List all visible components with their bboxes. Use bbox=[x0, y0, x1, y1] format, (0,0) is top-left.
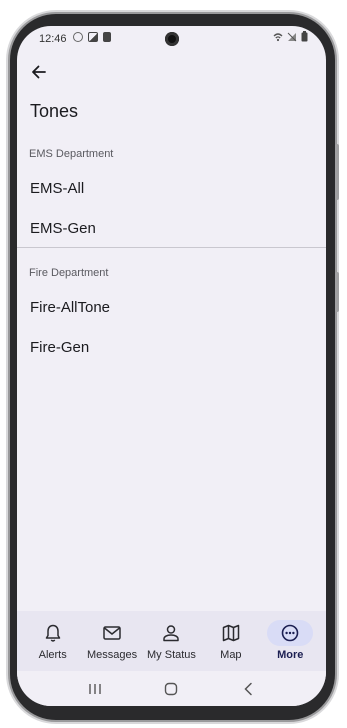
person-icon bbox=[148, 620, 194, 646]
front-camera bbox=[165, 32, 179, 46]
home-icon[interactable] bbox=[156, 677, 186, 701]
nav-item-map[interactable]: Map bbox=[202, 611, 260, 671]
bell-icon bbox=[30, 620, 76, 646]
recent-apps-icon[interactable] bbox=[80, 677, 110, 701]
map-icon bbox=[208, 620, 254, 646]
envelope-icon bbox=[89, 620, 135, 646]
nav-item-my-status[interactable]: My Status bbox=[142, 611, 200, 671]
nav-label-map: Map bbox=[220, 649, 242, 661]
nav-item-alerts[interactable]: Alerts bbox=[24, 611, 82, 671]
nav-label-more: More bbox=[277, 649, 304, 661]
nav-label-alerts: Alerts bbox=[38, 649, 67, 661]
status-bar: 12:46 bbox=[17, 26, 326, 52]
volume-button bbox=[335, 144, 339, 200]
tone-item-fire-gen[interactable]: Fire-Gen bbox=[17, 327, 326, 367]
nav-label-messages: Messages bbox=[87, 649, 138, 661]
image-notification-icon bbox=[88, 32, 98, 42]
arrow-left-icon[interactable] bbox=[27, 60, 51, 84]
section-divider bbox=[17, 247, 326, 248]
bottom-navigation: Alerts Messages My Status Map More bbox=[17, 611, 326, 671]
status-notification-icons bbox=[73, 32, 111, 42]
power-button bbox=[335, 272, 339, 312]
section-header-ems: EMS Department bbox=[29, 148, 114, 160]
battery-icon bbox=[301, 31, 308, 42]
back-icon[interactable] bbox=[233, 677, 263, 701]
status-time: 12:46 bbox=[39, 33, 67, 45]
wifi-icon bbox=[273, 32, 283, 41]
nav-item-more[interactable]: More bbox=[261, 611, 319, 671]
nav-label-my-status: My Status bbox=[147, 649, 196, 661]
screen: 12:46 Tones EMS Department EMS-All EMS-G… bbox=[17, 26, 326, 706]
document-notification-icon bbox=[103, 32, 111, 42]
more-horizontal-icon bbox=[267, 620, 314, 646]
page-title: Tones bbox=[30, 101, 79, 121]
tone-item-ems-all[interactable]: EMS-All bbox=[17, 168, 326, 208]
tone-item-fire-alltone[interactable]: Fire-AllTone bbox=[17, 287, 326, 327]
status-system-icons bbox=[273, 31, 308, 42]
signal-icon bbox=[287, 32, 297, 41]
system-navigation-bar bbox=[17, 671, 326, 706]
nav-item-messages[interactable]: Messages bbox=[83, 611, 141, 671]
circle-status-icon bbox=[73, 32, 83, 42]
tone-item-ems-gen[interactable]: EMS-Gen bbox=[17, 208, 326, 248]
section-header-fire: Fire Department bbox=[29, 267, 109, 279]
